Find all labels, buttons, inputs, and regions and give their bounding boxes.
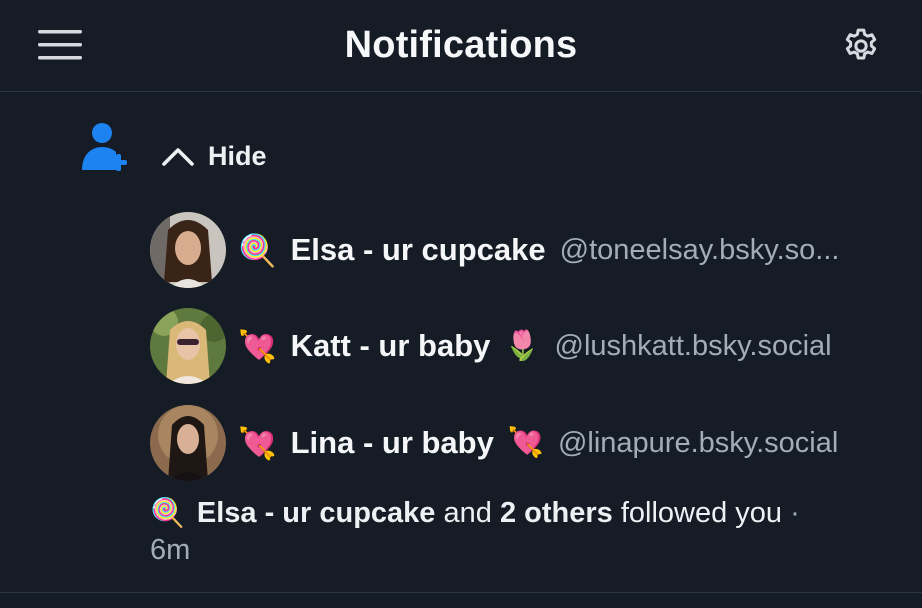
summary-name[interactable]: Elsa - ur cupcake — [197, 497, 436, 529]
divider — [0, 592, 922, 593]
follow-summary[interactable]: 🍭 Elsa - ur cupcake and 2 others followed… — [150, 494, 870, 569]
follower-handle: @linapure.bsky.social — [557, 426, 839, 459]
avatar[interactable] — [150, 212, 226, 288]
avatar[interactable] — [150, 308, 226, 384]
chevron-up-icon — [162, 148, 194, 166]
follower-row-lina[interactable]: 💘 Lina - ur baby 💘 @linapure.bsky.social — [150, 405, 910, 481]
follower-row-elsa[interactable]: 🍭 Elsa - ur cupcake @toneelsay.bsky.so..… — [150, 212, 910, 288]
follower-row-katt[interactable]: 💘 Katt - ur baby 🌷 @lushkatt.bsky.social — [150, 308, 910, 384]
hide-label: Hide — [208, 140, 267, 171]
follower-display-name: Katt - ur baby — [290, 328, 491, 363]
follower-handle: @lushkatt.bsky.social — [554, 329, 832, 362]
summary-separator: · — [790, 497, 800, 529]
person-add-icon — [82, 123, 127, 171]
follower-emoji: 💘 — [238, 328, 277, 364]
avatar[interactable] — [150, 405, 226, 481]
hide-followers-toggle[interactable]: Hide — [160, 136, 267, 176]
app-header: Notifications — [0, 0, 922, 92]
follower-display-name: Lina - ur baby — [290, 425, 494, 460]
summary-others[interactable]: 2 others — [500, 497, 613, 529]
follower-emoji: 💘 — [238, 425, 277, 461]
follower-handle: @toneelsay.bsky.so... — [559, 233, 840, 266]
follower-name-emoji: 💘 — [507, 426, 544, 459]
follower-emoji: 🍭 — [238, 232, 277, 268]
summary-emoji: 🍭 — [150, 497, 185, 528]
page-title: Notifications — [344, 24, 578, 66]
summary-time: 6m — [150, 534, 191, 566]
summary-and: and — [443, 497, 492, 529]
summary-action: followed you — [620, 497, 783, 529]
follower-name-emoji: 🌷 — [504, 329, 541, 362]
settings-gear-icon[interactable] — [841, 26, 881, 66]
follower-display-name: Elsa - ur cupcake — [290, 232, 546, 267]
